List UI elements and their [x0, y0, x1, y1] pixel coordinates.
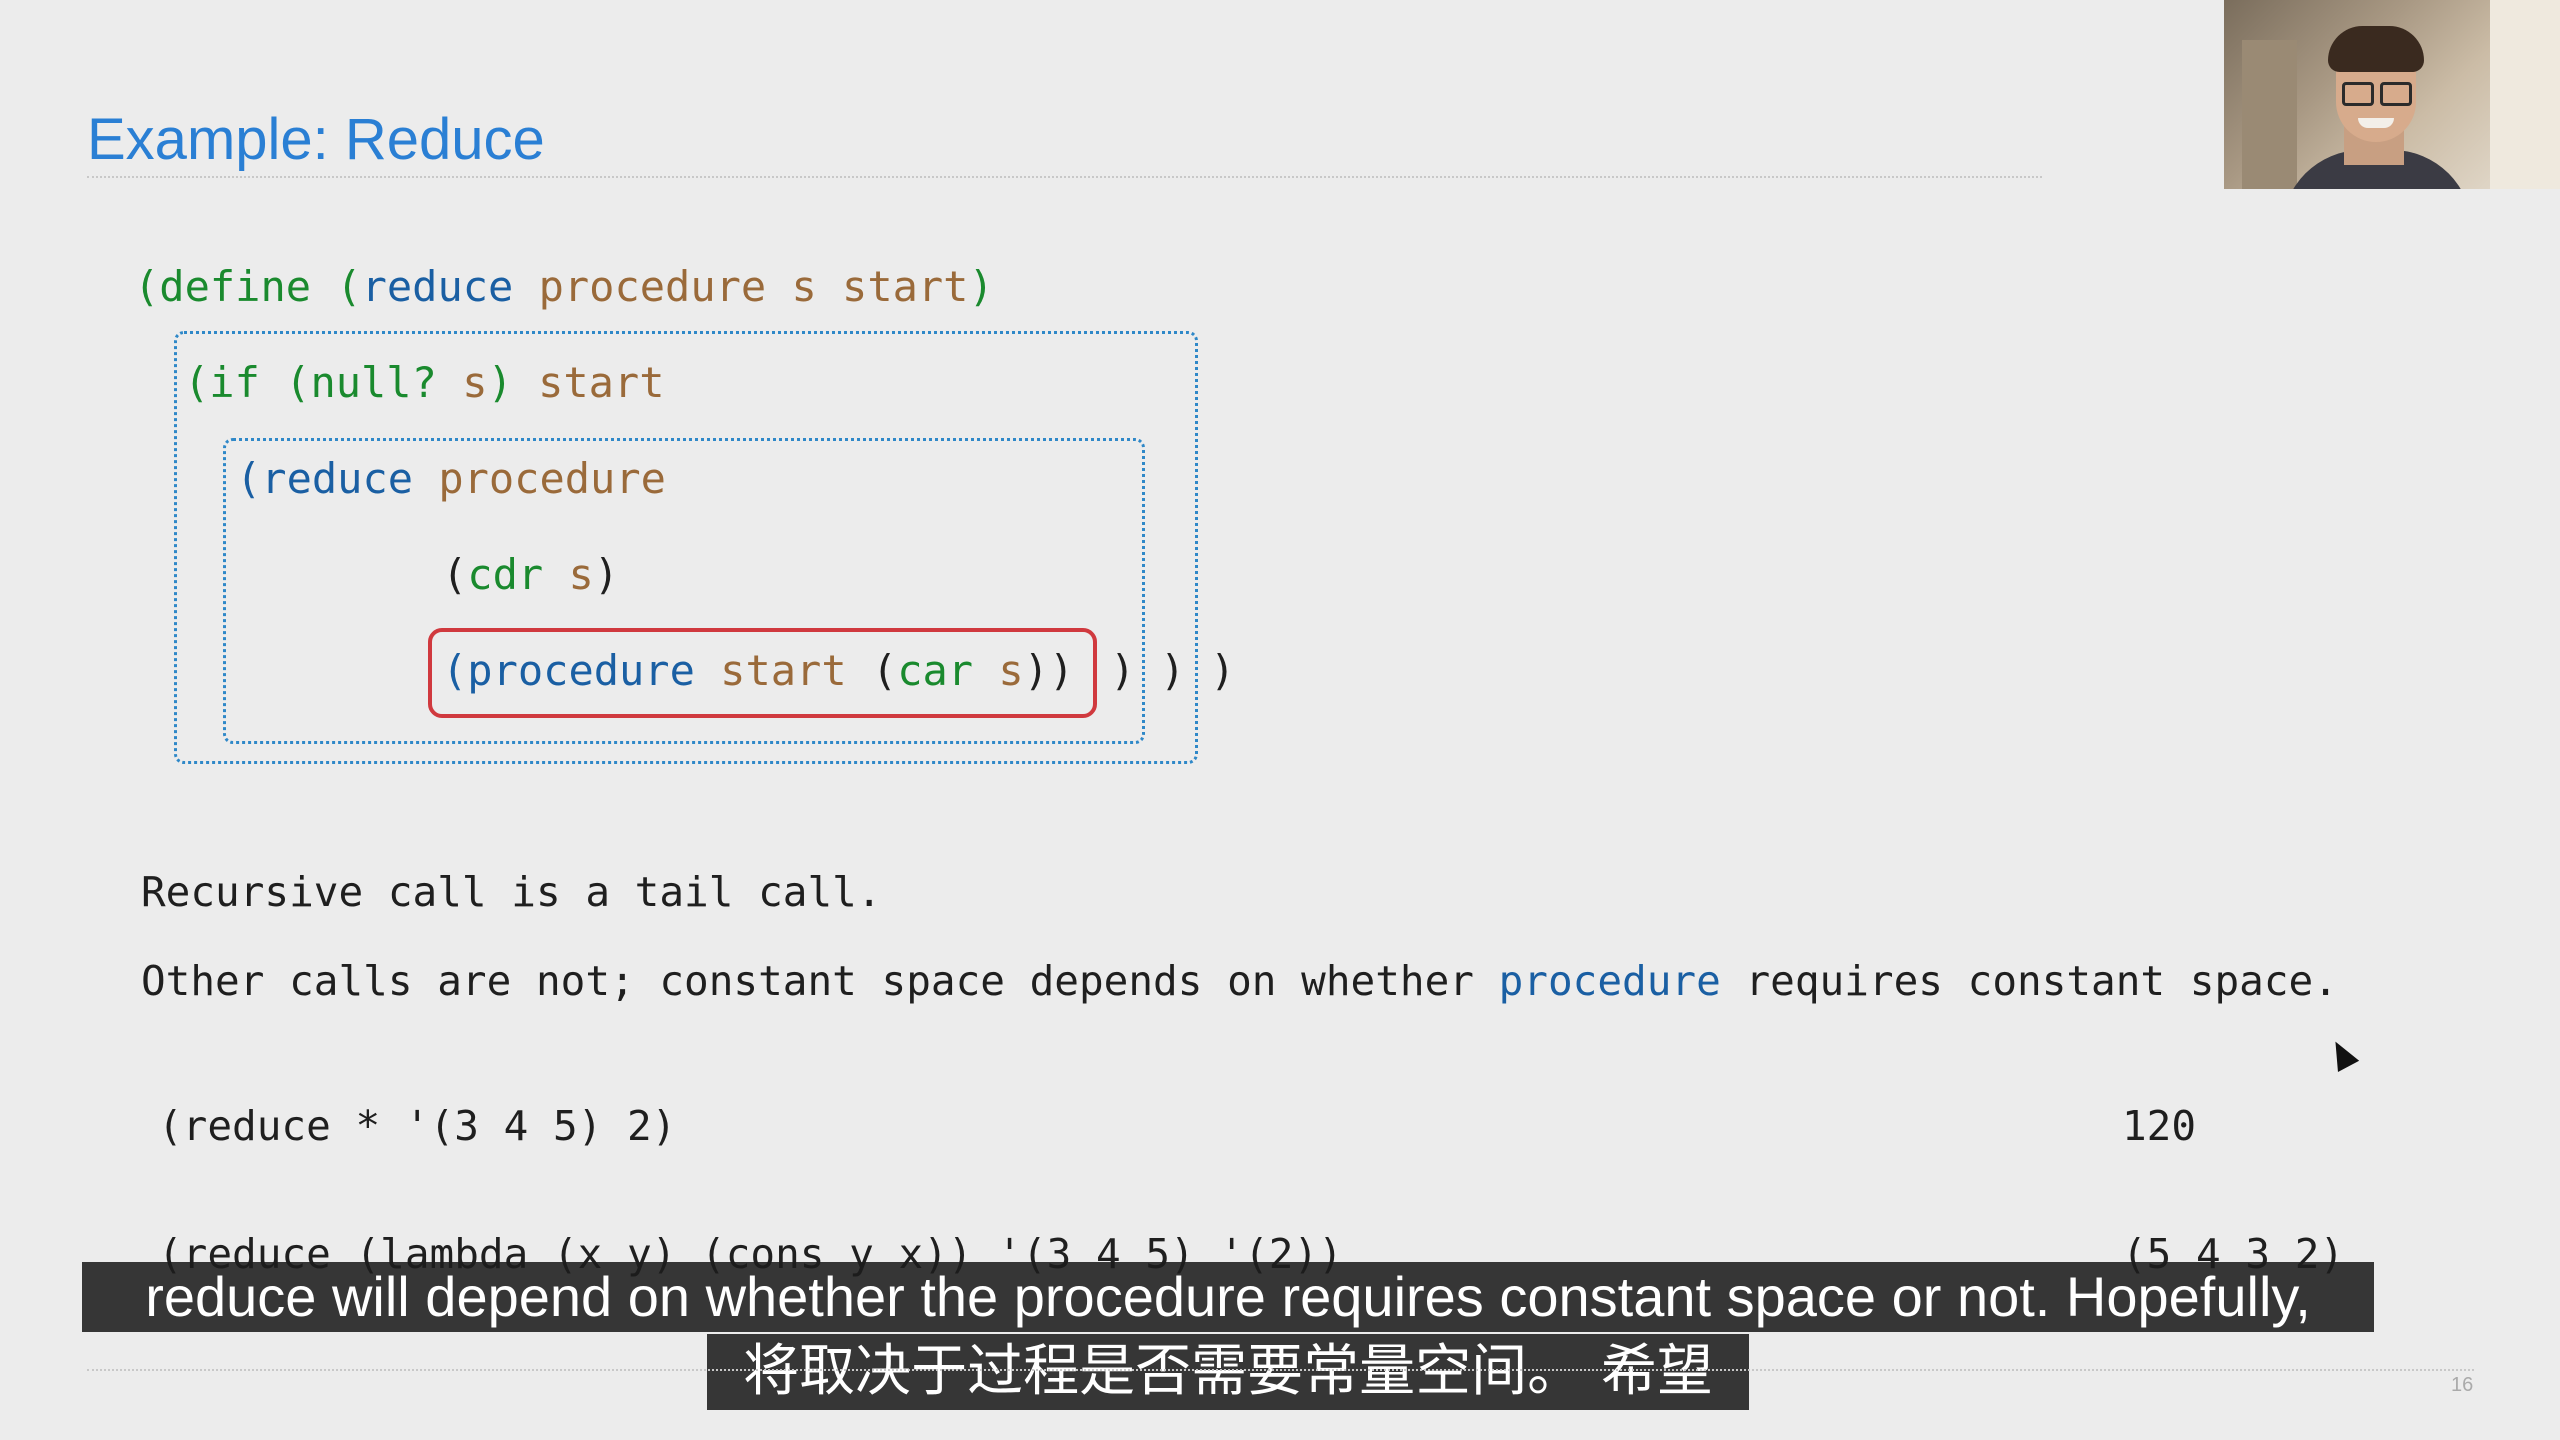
- webcam-glasses-left: [2342, 82, 2374, 106]
- code-token: s: [568, 550, 594, 599]
- code-token: procedure: [467, 646, 695, 695]
- webcam-smile: [2358, 118, 2394, 128]
- note-highlight: procedure: [1498, 957, 1721, 1005]
- code-close-paren-2: ): [1160, 646, 1186, 695]
- code-token: (: [134, 262, 160, 311]
- code-token: (: [311, 262, 362, 311]
- title-divider: [87, 176, 2042, 178]
- note-text: Other calls are not; constant space depe…: [141, 957, 1499, 1005]
- webcam-wall: [2490, 0, 2560, 189]
- footer-divider: [87, 1369, 2474, 1371]
- code-token: reduce: [261, 454, 414, 503]
- mouse-pointer-icon: [2324, 1036, 2360, 1072]
- code-line-define: (define (reduce procedure s start): [134, 259, 994, 315]
- webcam-person-hair: [2328, 26, 2424, 72]
- code-close-paren-1: ): [1110, 646, 1136, 695]
- code-token: procedure: [438, 454, 666, 503]
- page-number: 16: [2451, 1374, 2474, 1396]
- code-token: (: [442, 550, 468, 599]
- code-token: reduce: [361, 262, 514, 311]
- code-token: procedure s start: [513, 262, 969, 311]
- code-line-cdr: (cdr s): [442, 547, 619, 603]
- note-text: requires constant space.: [1720, 957, 2338, 1005]
- subtitle-english: reduce will depend on whether the proced…: [82, 1262, 2374, 1332]
- code-token: (: [442, 646, 468, 695]
- code-token: define: [159, 262, 312, 311]
- code-line-procedure-call: (procedure start (car s)): [442, 643, 1074, 699]
- code-token: )): [1023, 646, 1075, 695]
- slide-title: Example: Reduce: [87, 107, 545, 172]
- code-token: ): [968, 262, 994, 311]
- code-line-if: (if (null? s) start: [184, 355, 665, 411]
- note-tail-call: Recursive call is a tail call.: [141, 868, 882, 916]
- code-token: ): [487, 358, 513, 407]
- code-token: ): [593, 550, 620, 599]
- code-token: (: [846, 646, 898, 695]
- example-expression: (reduce * '(3 4 5) 2): [158, 1102, 677, 1150]
- code-token: (: [236, 454, 262, 503]
- code-token: if: [209, 358, 260, 407]
- code-token: start: [538, 358, 665, 407]
- example-result: 120: [2122, 1102, 2197, 1150]
- code-token: null?: [310, 358, 437, 407]
- code-token: car: [897, 646, 974, 695]
- code-token: start: [720, 646, 847, 695]
- code-token: s: [462, 358, 488, 407]
- webcam-door: [2242, 40, 2297, 189]
- subtitle-chinese: 将取决于过程是否需要常量空间。 希望: [707, 1334, 1749, 1410]
- code-token: s: [998, 646, 1024, 695]
- webcam-glasses-right: [2380, 82, 2412, 106]
- code-line-reduce: (reduce procedure: [236, 451, 666, 507]
- note-constant-space: Other calls are not; constant space depe…: [141, 953, 2338, 1009]
- code-close-paren-3: ): [1210, 646, 1236, 695]
- code-token: (: [259, 358, 311, 407]
- code-token: (: [184, 358, 210, 407]
- code-token: cdr: [467, 550, 544, 599]
- webcam-video: [2224, 0, 2560, 189]
